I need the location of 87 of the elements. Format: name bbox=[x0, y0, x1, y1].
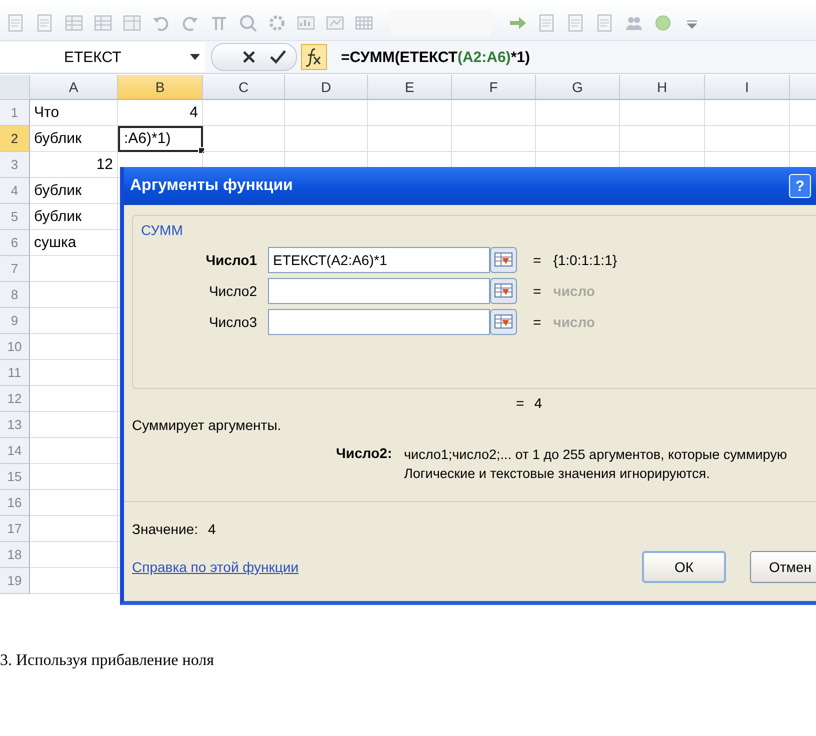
column-header[interactable]: E bbox=[368, 75, 452, 100]
argument-help-label: Число2: bbox=[335, 445, 393, 463]
collapse-dialog-icon[interactable] bbox=[490, 309, 517, 335]
table-cell[interactable]: 12 bbox=[30, 152, 118, 178]
table-cell[interactable] bbox=[620, 126, 705, 152]
help-button[interactable]: ? bbox=[789, 174, 811, 198]
argument-label: Число3 bbox=[208, 314, 258, 330]
argument-label: Число2 bbox=[208, 283, 258, 299]
cancel-button[interactable]: Отмен bbox=[750, 551, 816, 583]
table-cell[interactable] bbox=[285, 126, 368, 152]
table-cell[interactable] bbox=[536, 100, 620, 126]
table-cell[interactable]: Что bbox=[30, 100, 118, 126]
globe-icon[interactable] bbox=[653, 13, 673, 33]
column-header[interactable]: D bbox=[285, 75, 368, 100]
table-cell[interactable] bbox=[368, 100, 452, 126]
row-header[interactable]: 2 bbox=[0, 126, 30, 152]
equals-sign: = bbox=[533, 314, 542, 330]
table-cell[interactable]: :A6)*1) bbox=[118, 126, 203, 152]
equals-sign: = bbox=[516, 395, 524, 413]
column-header[interactable]: G bbox=[536, 75, 620, 100]
gear-icon[interactable] bbox=[267, 13, 287, 33]
table-cell[interactable] bbox=[30, 386, 118, 412]
dropdown-caret-icon[interactable] bbox=[190, 53, 200, 61]
function-description: Суммирует аргументы. bbox=[132, 417, 282, 433]
equals-sign: = bbox=[533, 283, 542, 299]
column-header[interactable]: I bbox=[705, 75, 790, 100]
table-cell[interactable] bbox=[285, 100, 368, 126]
table-cell[interactable] bbox=[30, 360, 118, 386]
argument-result: число bbox=[553, 283, 595, 299]
insert-function-icon[interactable] bbox=[301, 44, 327, 70]
help-link[interactable]: Справка по этой функции bbox=[132, 559, 642, 575]
argument-result: число bbox=[553, 314, 595, 330]
value-label: Значение: bbox=[132, 521, 198, 537]
input-field[interactable] bbox=[268, 278, 490, 304]
table-cell[interactable] bbox=[30, 308, 118, 334]
table-cell[interactable]: бублик bbox=[30, 126, 118, 152]
table-cell[interactable] bbox=[30, 542, 118, 568]
table-cell[interactable] bbox=[30, 256, 118, 282]
select-all-corner[interactable] bbox=[0, 75, 30, 100]
argument-result: {1:0:1:1:1} bbox=[553, 252, 618, 268]
window-title: Аргументы функции bbox=[130, 177, 294, 195]
argument-help-text: число1;число2;... от 1 до 255 аргументов, которые суммирую Логические и текстовые значения игнорируются. bbox=[404, 446, 788, 483]
table-cell[interactable] bbox=[452, 100, 536, 126]
caption-text: 3. Используя прибавление ноля bbox=[0, 652, 214, 670]
table-cell[interactable]: бублик bbox=[30, 204, 118, 230]
table-icon[interactable] bbox=[122, 13, 142, 33]
table-icon[interactable] bbox=[93, 13, 113, 33]
table-cell[interactable] bbox=[620, 100, 705, 126]
table-cell[interactable] bbox=[30, 438, 118, 464]
table-cell[interactable] bbox=[452, 126, 536, 152]
table-cell[interactable] bbox=[30, 412, 118, 438]
table-cell[interactable] bbox=[30, 334, 118, 360]
collapse-dialog-icon[interactable] bbox=[490, 278, 517, 304]
table-cell[interactable] bbox=[30, 464, 118, 490]
equals-sign: = bbox=[533, 252, 542, 268]
table-cell[interactable] bbox=[368, 126, 452, 152]
table-cell[interactable] bbox=[30, 490, 118, 516]
column-header[interactable]: F bbox=[452, 75, 536, 100]
table-cell[interactable] bbox=[30, 568, 118, 594]
function-name: СУММ bbox=[141, 222, 184, 238]
argument-label: Число1 bbox=[204, 252, 258, 268]
table-cell[interactable] bbox=[536, 126, 620, 152]
column-header[interactable]: C bbox=[203, 75, 285, 100]
table-cell[interactable] bbox=[30, 282, 118, 308]
input-field[interactable]: ЕТЕКСТ(A2:A6)*1 bbox=[268, 247, 490, 273]
formula-field[interactable]: =СУММ(ЕТЕКСТ(A2:A6)*1) bbox=[341, 48, 530, 66]
checkmark-icon[interactable] bbox=[270, 50, 286, 64]
column-header[interactable]: H bbox=[620, 75, 705, 100]
table-cell[interactable]: сушка bbox=[30, 230, 118, 256]
table-cell[interactable]: 4 bbox=[118, 100, 203, 126]
collapse-dialog-icon[interactable] bbox=[490, 247, 517, 273]
value-text: 4 bbox=[208, 521, 216, 537]
input-field[interactable] bbox=[268, 309, 490, 335]
name-box[interactable]: ЕТЕКСТ bbox=[0, 42, 205, 72]
table-cell[interactable] bbox=[705, 100, 790, 126]
table-cell[interactable] bbox=[30, 516, 118, 542]
cancel-icon[interactable] bbox=[242, 50, 256, 64]
table-cell[interactable] bbox=[705, 126, 790, 152]
table-cell[interactable]: бублик bbox=[30, 178, 118, 204]
formula-result: 4 bbox=[534, 395, 542, 413]
magnifier-icon[interactable] bbox=[238, 13, 258, 33]
table-icon[interactable] bbox=[64, 13, 84, 33]
table-cell[interactable] bbox=[203, 100, 285, 126]
table-cell[interactable] bbox=[203, 126, 285, 152]
column-header[interactable]: B bbox=[118, 75, 203, 100]
ok-button[interactable]: ОК bbox=[642, 551, 726, 583]
column-header[interactable]: A bbox=[30, 75, 118, 100]
